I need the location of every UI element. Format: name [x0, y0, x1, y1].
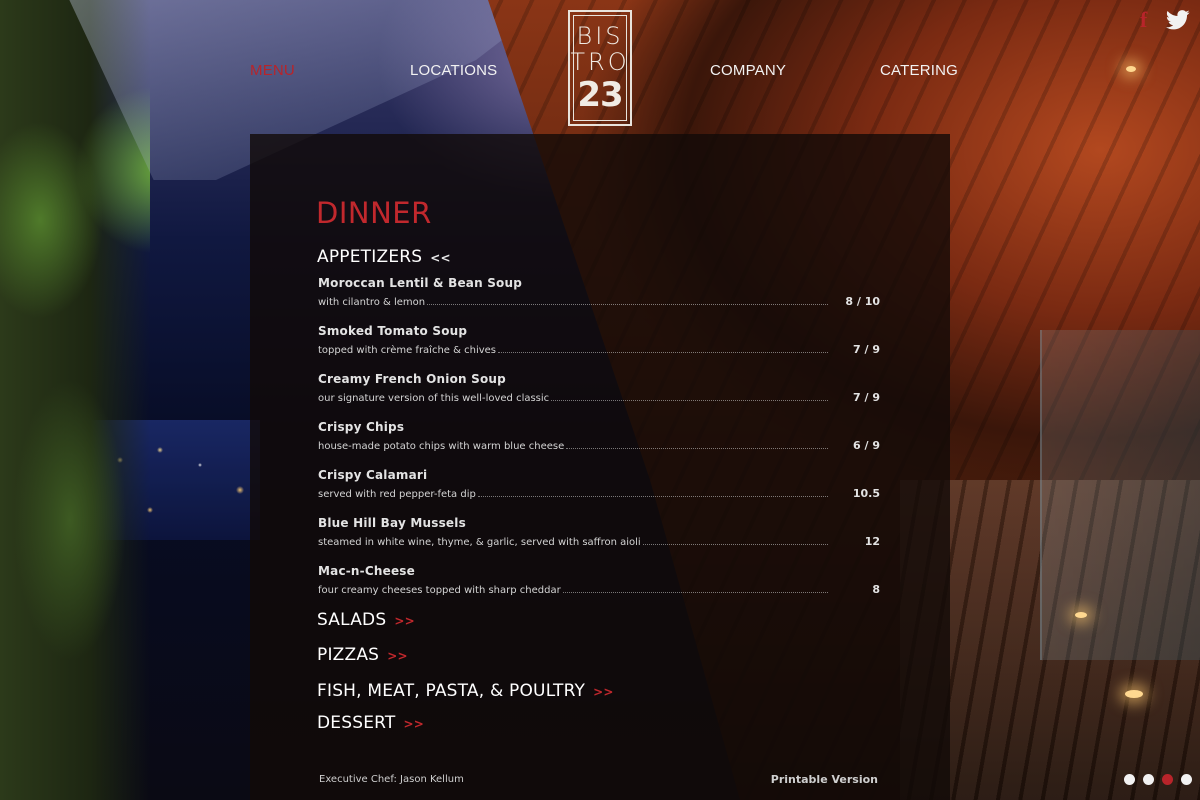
executive-chef-credit: Executive Chef: Jason Kellum [319, 774, 464, 785]
menu-item: Smoked Tomato Soup topped with crème fra… [318, 324, 880, 364]
expand-arrow-icon: >> [403, 717, 425, 731]
dot-leader [642, 544, 828, 545]
section-label: PIZZAS [317, 645, 380, 665]
slider-dot[interactable] [1124, 774, 1135, 785]
expand-arrow-icon: >> [593, 685, 614, 699]
dot-leader [562, 592, 828, 593]
logo-line-1: BIS [576, 22, 624, 50]
item-row: house-made potato chips with warm blue c… [318, 438, 880, 452]
item-description: house-made potato chips with warm blue c… [318, 441, 565, 452]
nav-locations[interactable]: LOCATIONS [410, 62, 497, 79]
item-row: topped with crème fraîche & chives 7 / 9 [318, 342, 880, 356]
expand-arrow-icon: >> [387, 649, 408, 663]
item-name: Crispy Chips [318, 420, 405, 434]
twitter-icon[interactable] [1166, 10, 1190, 30]
item-description: steamed in white wine, thyme, & garlic, … [318, 537, 641, 548]
glass-wall [1040, 330, 1200, 660]
dot-leader [566, 448, 828, 449]
printable-version-link[interactable]: Printable Version [771, 773, 878, 786]
slider-dot-active[interactable] [1162, 774, 1173, 785]
menu-item: Moroccan Lentil & Bean Soup with cilantr… [318, 276, 880, 316]
item-description: with cilantro & lemon [318, 297, 426, 308]
deck-lamp [1125, 690, 1143, 698]
slider-dot[interactable] [1181, 774, 1192, 785]
bistro-23-logo[interactable]: BIS TRO 23 [568, 10, 632, 126]
item-row: steamed in white wine, thyme, & garlic, … [318, 534, 880, 548]
item-name: Smoked Tomato Soup [318, 324, 468, 338]
section-label: DESSERT [317, 713, 396, 733]
dot-leader [427, 304, 828, 305]
section-fish-meat-pasta-poultry[interactable]: FISH, MEAT, PASTA, & POULTRY >> [317, 681, 614, 701]
item-price: 8 / 10 [845, 295, 880, 308]
section-label: SALADS [317, 610, 387, 630]
deck-lamp [1075, 612, 1087, 618]
item-row: four creamy cheeses topped with sharp ch… [318, 582, 880, 596]
item-name: Creamy French Onion Soup [318, 372, 506, 386]
item-row: served with red pepper-feta dip 10.5 [318, 486, 880, 500]
item-name: Crispy Calamari [318, 468, 428, 482]
item-description: topped with crème fraîche & chives [318, 345, 496, 356]
item-name: Moroccan Lentil & Bean Soup [318, 276, 523, 290]
item-name: Mac-n-Cheese [318, 564, 415, 578]
nav-menu[interactable]: MENU [250, 62, 295, 79]
item-price: 12 [864, 535, 880, 548]
menu-title: DINNER [316, 196, 432, 230]
dot-leader [498, 352, 828, 353]
menu-item: Blue Hill Bay Mussels steamed in white w… [318, 516, 880, 556]
logo-line-3: 23 [577, 75, 623, 115]
slider-dot[interactable] [1143, 774, 1154, 785]
expand-arrow-icon: >> [394, 614, 415, 628]
section-pizzas[interactable]: PIZZAS >> [317, 645, 408, 665]
section-dessert[interactable]: DESSERT >> [317, 713, 424, 733]
dot-leader [477, 496, 828, 497]
menu-panel: DINNER APPETIZERS << Moroccan Lentil & Be… [250, 134, 950, 800]
item-price: 7 / 9 [853, 391, 880, 404]
section-label: APPETIZERS [317, 247, 423, 267]
item-description: our signature version of this well-loved… [318, 393, 550, 404]
dot-leader [551, 400, 828, 401]
menu-item: Crispy Calamari served with red pepper-f… [318, 468, 880, 508]
item-price: 7 / 9 [853, 343, 880, 356]
collapse-arrow-icon: << [430, 251, 451, 265]
item-row: our signature version of this well-loved… [318, 390, 880, 404]
item-price: 6 / 9 [853, 439, 880, 452]
menu-item: Creamy French Onion Soup our signature v… [318, 372, 880, 412]
site-header: MENU LOCATIONS BIS TRO 23 COMPANY CATERI… [0, 0, 1200, 130]
menu-item: Crispy Chips house-made potato chips wit… [318, 420, 880, 460]
item-price: 8 [872, 583, 880, 596]
logo-frame: BIS TRO 23 [570, 15, 630, 121]
nav-catering[interactable]: CATERING [880, 62, 958, 79]
facebook-icon[interactable]: f [1140, 9, 1154, 31]
section-salads[interactable]: SALADS >> [317, 610, 415, 630]
item-price: 10.5 [852, 487, 880, 500]
logo-line-2: TRO [570, 48, 630, 76]
item-description: served with red pepper-feta dip [318, 489, 476, 500]
slider-dots [1124, 774, 1192, 785]
item-row: with cilantro & lemon 8 / 10 [318, 294, 880, 308]
menu-item: Mac-n-Cheese four creamy cheeses topped … [318, 564, 880, 604]
nav-company[interactable]: COMPANY [710, 62, 786, 79]
item-description: four creamy cheeses topped with sharp ch… [318, 585, 561, 596]
section-label: FISH, MEAT, PASTA, & POULTRY [317, 681, 586, 701]
section-appetizers[interactable]: APPETIZERS << [317, 247, 451, 267]
item-name: Blue Hill Bay Mussels [318, 516, 466, 530]
